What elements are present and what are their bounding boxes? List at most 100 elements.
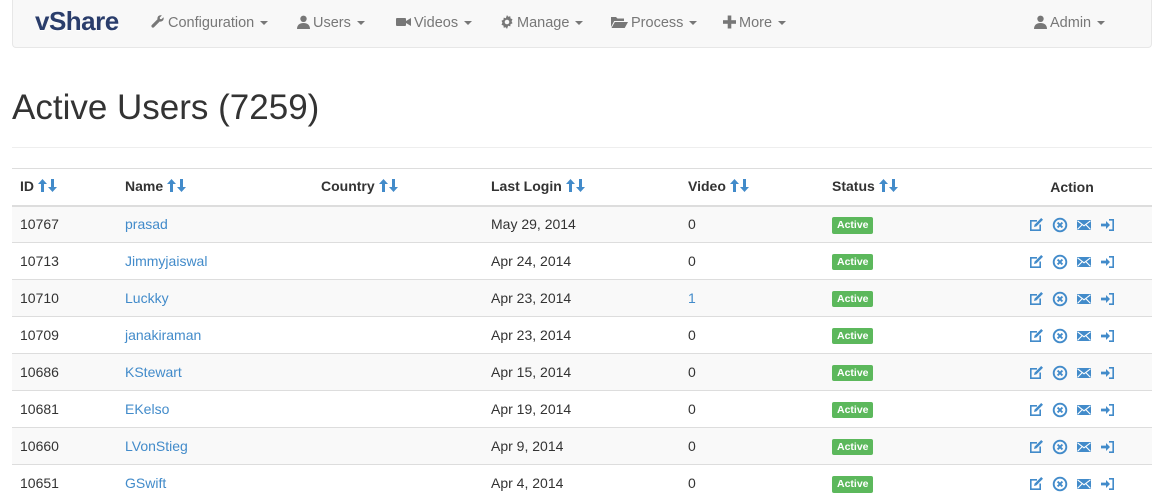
nav-users-label: Users	[313, 15, 351, 31]
remove-circle-icon[interactable]	[1052, 476, 1068, 492]
sort-control	[729, 179, 750, 195]
status-badge: Active	[832, 327, 873, 345]
cell-video: 0	[680, 242, 824, 280]
nav-admin[interactable]: Admin	[1034, 0, 1106, 46]
envelope-icon[interactable]	[1076, 254, 1092, 270]
sort-up-icon[interactable]	[38, 179, 47, 193]
remove-circle-icon[interactable]	[1052, 217, 1068, 233]
edit-icon[interactable]	[1028, 439, 1044, 455]
column-header-last-login-label: Last Login	[491, 178, 562, 195]
remove-circle-icon[interactable]	[1052, 439, 1068, 455]
sort-down-icon[interactable]	[739, 179, 749, 193]
user-name-link[interactable]: EKelso	[125, 401, 169, 417]
cell-video: 0	[680, 464, 824, 502]
edit-icon[interactable]	[1028, 365, 1044, 381]
envelope-icon[interactable]	[1076, 328, 1092, 344]
cell-id: 10710	[12, 279, 117, 317]
brand-logo[interactable]: vShare	[35, 6, 119, 37]
video-count-link[interactable]: 1	[688, 290, 696, 306]
nav-manage[interactable]: Manage	[500, 0, 584, 46]
status-badge: Active	[832, 253, 873, 271]
login-icon[interactable]	[1100, 217, 1116, 233]
login-icon[interactable]	[1100, 365, 1116, 381]
edit-icon[interactable]	[1028, 328, 1044, 344]
login-icon[interactable]	[1100, 291, 1116, 307]
remove-circle-icon[interactable]	[1052, 328, 1068, 344]
video-count: 0	[688, 438, 696, 454]
sort-up-icon[interactable]	[729, 179, 739, 193]
column-header-name-label: Name	[125, 178, 164, 195]
column-header-status: Status	[824, 168, 992, 207]
user-name-link[interactable]: LVonStieg	[125, 438, 188, 454]
cell-country	[313, 316, 483, 354]
cell-status: Active	[824, 390, 992, 428]
cell-video: 0	[680, 390, 824, 428]
cell-status: Active	[824, 353, 992, 391]
cell-id: 10686	[12, 353, 117, 391]
user-name-link[interactable]: janakiraman	[125, 327, 201, 343]
sort-control	[878, 179, 899, 195]
login-icon[interactable]	[1100, 254, 1116, 270]
cell-actions	[992, 353, 1152, 391]
envelope-icon[interactable]	[1076, 365, 1092, 381]
sort-down-icon[interactable]	[388, 179, 398, 193]
user-name-link[interactable]: Luckky	[125, 290, 169, 306]
sort-control	[38, 179, 58, 195]
envelope-icon[interactable]	[1076, 217, 1092, 233]
edit-icon[interactable]	[1028, 291, 1044, 307]
sort-down-icon[interactable]	[177, 179, 187, 193]
user-name-link[interactable]: prasad	[125, 216, 168, 232]
edit-icon[interactable]	[1028, 476, 1044, 492]
sort-up-icon[interactable]	[378, 179, 388, 193]
envelope-icon[interactable]	[1076, 402, 1092, 418]
cell-actions	[992, 427, 1152, 465]
sort-up-icon[interactable]	[167, 179, 177, 193]
nav-process[interactable]: Process	[611, 0, 698, 46]
video-count: 0	[688, 364, 696, 380]
cell-name: EKelso	[117, 390, 313, 428]
cell-id: 10681	[12, 390, 117, 428]
sort-down-icon[interactable]	[575, 179, 585, 193]
remove-circle-icon[interactable]	[1052, 365, 1068, 381]
user-name-link[interactable]: GSwift	[125, 475, 166, 491]
cell-id: 10713	[12, 242, 117, 280]
remove-circle-icon[interactable]	[1052, 291, 1068, 307]
table-row: 10767 prasad May 29, 2014 0 Active	[12, 205, 1152, 243]
login-icon[interactable]	[1100, 328, 1116, 344]
login-icon[interactable]	[1100, 402, 1116, 418]
remove-circle-icon[interactable]	[1052, 254, 1068, 270]
cell-country	[313, 353, 483, 391]
login-icon[interactable]	[1100, 439, 1116, 455]
edit-icon[interactable]	[1028, 217, 1044, 233]
cell-actions	[992, 279, 1152, 317]
chevron-down-icon	[356, 21, 365, 25]
folder-open-icon	[611, 17, 628, 28]
cell-last-login: Apr 23, 2014	[483, 279, 680, 317]
nav-users[interactable]: Users	[297, 0, 365, 46]
user-name-link[interactable]: Jimmyjaiswal	[125, 253, 207, 269]
envelope-icon[interactable]	[1076, 476, 1092, 492]
table-row: 10681 EKelso Apr 19, 2014 0 Active	[12, 390, 1152, 428]
cell-actions	[992, 205, 1152, 243]
nav-videos[interactable]: Videos	[396, 0, 473, 46]
nav-more[interactable]: More	[723, 0, 787, 46]
edit-icon[interactable]	[1028, 402, 1044, 418]
sort-down-icon[interactable]	[48, 179, 57, 193]
sort-down-icon[interactable]	[888, 179, 898, 193]
edit-icon[interactable]	[1028, 254, 1044, 270]
chevron-down-icon	[464, 21, 473, 25]
remove-circle-icon[interactable]	[1052, 402, 1068, 418]
login-icon[interactable]	[1100, 476, 1116, 492]
gear-icon	[501, 15, 513, 29]
table-row: 10660 LVonStieg Apr 9, 2014 0 Active	[12, 427, 1152, 465]
envelope-icon[interactable]	[1076, 291, 1092, 307]
users-table: ID Name Country Last Login Video Status …	[12, 168, 1152, 502]
user-icon	[297, 15, 310, 29]
user-name-link[interactable]: KStewart	[125, 364, 182, 380]
sort-up-icon[interactable]	[565, 179, 575, 193]
sort-up-icon[interactable]	[878, 179, 888, 193]
nav-videos-label: Videos	[414, 15, 459, 31]
column-header-name: Name	[117, 168, 313, 207]
nav-configuration[interactable]: Configuration	[151, 0, 269, 46]
envelope-icon[interactable]	[1076, 439, 1092, 455]
